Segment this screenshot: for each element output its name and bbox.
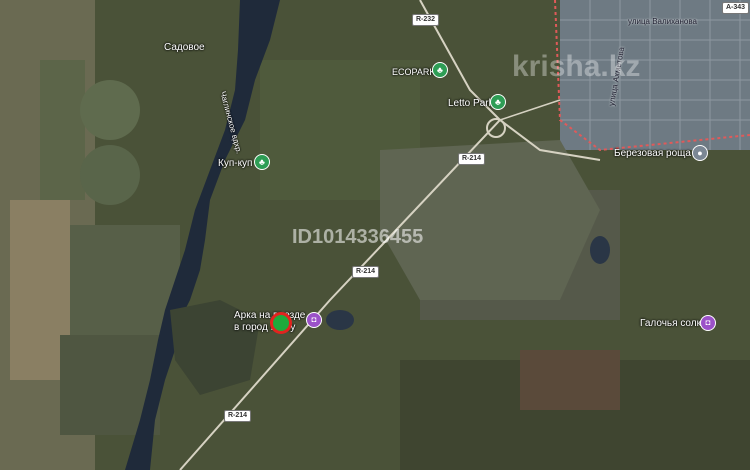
street-label-valikhanova: улица Валиханова — [628, 17, 697, 26]
poi-label-kup-kup[interactable]: Куп-куп — [218, 158, 252, 170]
road-shield-a343: A-343 — [722, 2, 750, 14]
watermark-site: krisha.kz — [512, 50, 641, 83]
road-shield-r232: R-232 — [412, 14, 440, 26]
park-icon[interactable]: ♣ — [490, 94, 506, 110]
location-icon[interactable]: ● — [692, 145, 708, 161]
road-shield-r214: R-214 — [352, 266, 380, 278]
camera-icon[interactable]: ◘ — [700, 315, 716, 331]
map-view[interactable]: Садовое Чаглинское вдхр. ECOPARK ♣ Letto… — [0, 0, 750, 470]
location-marker-icon[interactable] — [270, 312, 292, 334]
watermark-listing-id: ID1014336455 — [292, 226, 424, 248]
park-icon[interactable]: ♣ — [254, 154, 270, 170]
poi-label-ecopark[interactable]: ECOPARK — [392, 66, 435, 78]
road-shield-r214: R-214 — [224, 410, 252, 422]
poi-label-berezovaya-roshcha[interactable]: Березовая роща — [614, 148, 691, 160]
road-shield-r214: R-214 — [458, 153, 486, 165]
poi-label-letto-park[interactable]: Letto Park — [448, 98, 494, 110]
village-label-sadovoe: Садовое — [164, 42, 205, 53]
park-icon[interactable]: ♣ — [432, 62, 448, 78]
poi-label-galochya-solka[interactable]: Галочья солка — [640, 318, 707, 330]
camera-icon[interactable]: ◘ — [306, 312, 322, 328]
